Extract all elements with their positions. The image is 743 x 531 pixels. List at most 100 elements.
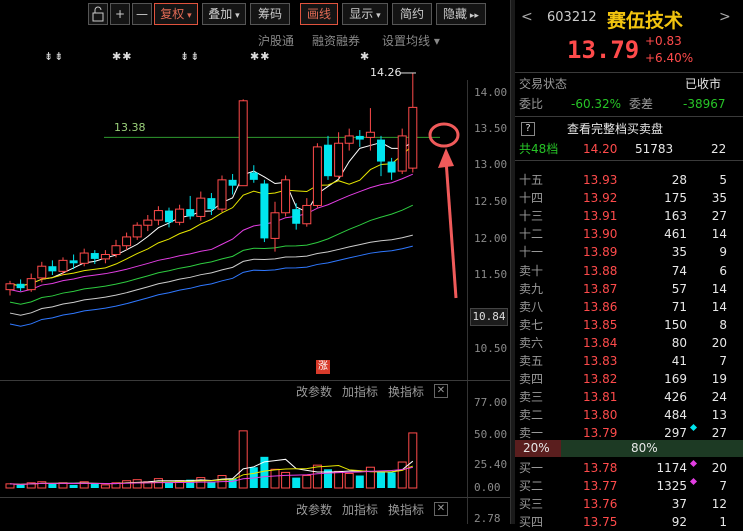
chips-button[interactable]: 筹码 — [250, 3, 290, 25]
full-book-link[interactable]: 查看完整档买卖盘 — [567, 120, 663, 138]
bid-row[interactable]: 买三 13.76 37 12 — [515, 495, 743, 513]
ask-label: 卖二 — [519, 408, 544, 423]
candle-body — [249, 172, 258, 180]
ask-row[interactable]: 十三 13.91 163 27 — [515, 207, 743, 225]
lock-icon[interactable] — [88, 3, 108, 25]
trade-status-label: 交易状态 — [519, 77, 568, 91]
fuquan-button[interactable]: 复权 ▾ — [154, 3, 198, 25]
moving-average-line — [9, 234, 413, 316]
hide-label: 隐藏 — [443, 7, 468, 21]
zoom-in-button[interactable]: + — [110, 3, 130, 25]
weicha-value: -38967 — [683, 97, 726, 111]
hk-connect-link[interactable]: 沪股通 — [258, 32, 294, 49]
ask-row[interactable]: 十二 13.90 461 14 — [515, 225, 743, 243]
ask-count: 7 — [719, 354, 727, 368]
trade-status-row: 交易状态 已收市 — [515, 75, 743, 93]
ask-price: 13.85 — [583, 317, 618, 332]
ask-label: 十五 — [519, 173, 544, 187]
forward-arrow-icon[interactable]: > — [719, 9, 731, 25]
level-line-label: 13.38 — [114, 121, 146, 134]
limit-up-badge[interactable]: 涨 — [316, 360, 330, 374]
divider — [515, 116, 743, 117]
ask-volume: 28 — [671, 173, 687, 187]
annotation-arrow — [428, 122, 460, 299]
ask-label: 卖十 — [519, 263, 544, 278]
moving-average-line — [9, 204, 414, 305]
ma-settings-label: 设置均线 — [382, 34, 431, 48]
hide-button[interactable]: 隐藏 ▸▸ — [436, 3, 486, 25]
ma-settings-link[interactable]: 设置均线 ▾ — [382, 32, 440, 49]
overlay-button[interactable]: 叠加 ▾ — [202, 3, 246, 25]
bid-volume: 1174 — [656, 461, 687, 475]
ask-row[interactable]: 卖二 13.80 484 13 — [515, 406, 743, 424]
volume-bar — [312, 464, 322, 489]
ask-volume: 426 — [664, 390, 687, 405]
candle-body — [153, 210, 163, 221]
simple-button[interactable]: 简约 — [392, 3, 432, 25]
ask-row[interactable]: 卖五 13.83 41 7 — [515, 352, 743, 370]
price-change: +0.83 — [645, 34, 682, 48]
ask-volume: 71 — [671, 299, 687, 314]
ask-volume: 461 — [664, 227, 687, 242]
add-indicator-button[interactable]: 加指标 — [342, 501, 378, 518]
ask-price: 13.93 — [583, 173, 618, 187]
bid-row[interactable]: 买二 13.77 1325 7 — [515, 477, 743, 495]
ask-row[interactable]: 卖六 13.84 80 20 — [515, 334, 743, 352]
candle-body — [270, 212, 280, 239]
ask-row[interactable]: 卖三 13.81 426 24 — [515, 388, 743, 406]
edit-params-button[interactable]: 改参数 — [296, 501, 332, 518]
bid-count: 20 — [711, 461, 727, 475]
ask-row[interactable]: 十四 13.92 175 35 — [515, 189, 743, 207]
ask-row[interactable]: 卖七 13.85 150 8 — [515, 316, 743, 334]
full-book-row[interactable]: ? 查看完整档买卖盘 — [515, 120, 743, 138]
bid-row[interactable]: 买一 13.78 1174 20 — [515, 459, 743, 477]
ask-row[interactable]: 卖八 13.86 71 14 — [515, 298, 743, 316]
margin-trading-link[interactable]: 融资融券 — [312, 32, 360, 49]
ask-price: 13.80 — [583, 408, 618, 423]
volume-bar — [122, 480, 132, 489]
back-arrow-icon[interactable]: < — [521, 9, 533, 25]
close-icon[interactable]: ✕ — [434, 502, 448, 516]
bid-volume: 37 — [671, 497, 687, 512]
bid-count: 1 — [719, 515, 727, 530]
ask-row[interactable]: 卖四 13.82 169 19 — [515, 370, 743, 388]
bid-row[interactable]: 买四 13.75 92 1 — [515, 513, 743, 531]
zoom-out-button[interactable]: — — [132, 3, 152, 25]
candle-body — [365, 131, 375, 138]
ask-volume: 163 — [664, 209, 687, 224]
ask-row[interactable]: 卖九 13.87 57 14 — [515, 280, 743, 298]
close-icon[interactable]: ✕ — [434, 384, 448, 398]
quote-panel: < 603212 赛伍技术 > 13.79 +0.83 +6.40% 交易状态 … — [515, 0, 743, 529]
stock-code: 603212 — [547, 10, 597, 25]
candlestick-chart[interactable] — [0, 60, 470, 360]
ask-label: 卖八 — [519, 299, 544, 314]
ask-count: 13 — [711, 408, 727, 423]
total-levels-label: 共48档 — [519, 142, 559, 156]
swap-indicator-button[interactable]: 换指标 — [388, 501, 424, 518]
help-icon[interactable]: ? — [521, 122, 535, 136]
display-button[interactable]: 显示 ▾ — [342, 3, 388, 25]
candle-body — [408, 106, 418, 169]
ask-row[interactable]: 十一 13.89 35 9 — [515, 243, 743, 261]
candle-body — [79, 252, 89, 264]
moving-average-line — [9, 173, 413, 293]
candle-body — [186, 209, 195, 217]
add-indicator-button[interactable]: 加指标 — [342, 383, 378, 400]
volume-chart[interactable] — [0, 400, 470, 496]
candle-body — [292, 209, 301, 224]
ask-label: 卖四 — [519, 372, 544, 387]
ask-label: 卖九 — [519, 281, 544, 296]
candle-body — [324, 144, 332, 177]
volume-bar — [334, 470, 344, 489]
candle-body — [111, 245, 121, 256]
draw-line-button[interactable]: 画线 — [300, 3, 338, 25]
swap-indicator-button[interactable]: 换指标 — [388, 383, 424, 400]
ask-row[interactable]: 卖十 13.88 74 6 — [515, 262, 743, 280]
bid-count: 12 — [711, 497, 727, 512]
ask-count: 27 — [711, 209, 727, 224]
candle-body — [196, 197, 206, 217]
edit-params-button[interactable]: 改参数 — [296, 383, 332, 400]
candle-body — [100, 254, 110, 260]
ask-row[interactable]: 十五 13.93 28 5 — [515, 171, 743, 189]
volume-bar — [90, 483, 99, 488]
